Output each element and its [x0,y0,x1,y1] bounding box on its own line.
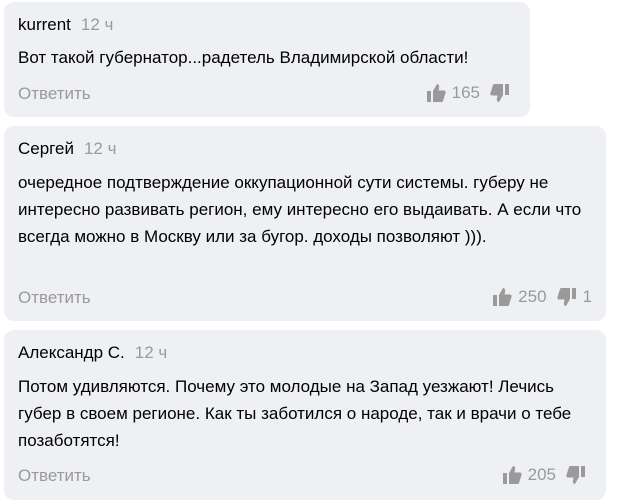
dislike-button[interactable]: 1 [556,287,592,307]
vote-controls: 250 1 [492,287,592,307]
thumbs-up-icon [492,287,512,307]
comment-header: Александр С. 12 ч [18,342,167,364]
like-count: 165 [451,83,480,102]
like-button[interactable]: 165 [426,83,490,103]
vote-controls: 165 [426,83,516,103]
like-button[interactable]: 250 [492,287,556,307]
reply-button[interactable]: Ответить [18,84,91,104]
comment-author[interactable]: kurrent [18,15,71,34]
comment-author[interactable]: Сергей [18,139,74,158]
comment-text: Потом удивляются. Почему это молодые на … [18,377,572,450]
dislike-button[interactable] [490,83,516,103]
dislike-button[interactable] [566,465,592,485]
comment-time: 12 ч [80,15,114,34]
comment-time: 12 ч [83,139,117,158]
like-button[interactable]: 205 [502,465,566,485]
dislike-count: 1 [582,287,592,306]
comment-author[interactable]: Александр С. [18,343,125,362]
comment-time: 12 ч [134,343,168,362]
reply-button[interactable]: Ответить [18,466,91,486]
vote-controls: 205 [502,465,592,485]
comment-text: очередное подтверждение оккупационной су… [18,173,582,246]
thumbs-up-icon [502,465,522,485]
comment-card: kurrent 12 ч Вот такой губернатор...радет… [4,2,530,117]
like-count: 205 [527,465,556,484]
comment-header: Сергей 12 ч [18,138,116,160]
comment-card: Сергей 12 ч очередное подтверждение оккуп… [4,126,606,321]
thumbs-down-icon [556,287,577,307]
comment-card: Александр С. 12 ч Потом удивляются. Почем… [4,330,606,500]
comment-header: kurrent 12 ч [18,14,113,36]
reply-button[interactable]: Ответить [18,288,91,308]
thumbs-down-icon [566,465,586,485]
thumbs-up-icon [426,83,446,103]
like-count: 250 [518,287,547,306]
thumbs-down-icon [490,83,510,103]
comment-text: Вот такой губернатор...радетель Владимир… [18,48,469,67]
